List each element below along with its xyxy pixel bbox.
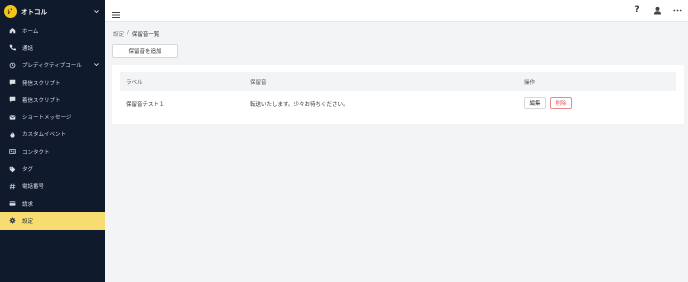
cell-hold-sound: 転送いたします。少々お待ちください。 [250, 102, 349, 108]
column-header-label: ラベル [126, 80, 143, 86]
sidebar-item-label: 請求 [22, 201, 34, 208]
sidebar-nav: ホーム 通話 プレディクティブコール 発信スクリプト 着信スクリプト ショートメ… [0, 22, 105, 230]
sidebar-item-inbound-script[interactable]: 着信スクリプト [0, 91, 105, 108]
flame-icon [8, 130, 16, 138]
gear-icon [8, 217, 16, 225]
credit-card-icon [8, 200, 16, 208]
sidebar-item-contacts[interactable]: コンタクト [0, 143, 105, 160]
phone-icon [8, 44, 16, 52]
breadcrumb: 設定 / 保留音一覧 [113, 30, 159, 38]
help-icon[interactable]: ? [632, 5, 642, 15]
sidebar: ﾚﾞ オトコル ホーム 通話 プレディクティブコール 発信スクリプト 着信スクリ… [0, 0, 105, 282]
sidebar-item-settings[interactable]: 設定 [0, 212, 105, 230]
brand-name: オトコル [21, 8, 47, 16]
more-icon[interactable] [672, 5, 682, 15]
breadcrumb-current: 保留音一覧 [131, 32, 160, 38]
contact-card-icon [8, 148, 16, 156]
cell-label: 保留音テスト１ [126, 102, 165, 108]
edit-button[interactable]: 編集 [524, 97, 546, 109]
brand-logo: ﾚﾞ [4, 4, 17, 18]
sidebar-item-tags[interactable]: タグ [0, 160, 105, 177]
sidebar-item-calls[interactable]: 通話 [0, 39, 105, 56]
inbound-script-icon [8, 96, 16, 104]
chevron-down-icon [91, 6, 101, 16]
breadcrumb-parent-link[interactable]: 設定 [113, 30, 124, 38]
sidebar-item-label: 着信スクリプト [22, 97, 61, 104]
add-hold-sound-button[interactable]: 保留音を追加 [112, 44, 178, 58]
table-row: 保留音テスト１ 転送いたします。少々お待ちください。 編集 削除 [120, 93, 676, 113]
brand-switcher[interactable]: ﾚﾞ オトコル [0, 0, 105, 22]
sidebar-item-home[interactable]: ホーム [0, 22, 105, 39]
sidebar-item-label: ホーム [22, 28, 39, 35]
chevron-down-icon [92, 61, 100, 69]
sidebar-item-custom-event[interactable]: カスタムイベント [0, 126, 105, 143]
sidebar-item-predictive-call[interactable]: プレディクティブコール [0, 57, 105, 74]
sidebar-item-label: 設定 [22, 218, 34, 225]
hash-icon [8, 182, 16, 190]
sidebar-item-label: 電話番号 [22, 184, 45, 191]
home-icon [8, 27, 16, 35]
user-icon[interactable] [652, 5, 662, 15]
hold-sound-table-card: ラベル 保留音 操作 保留音テスト１ 転送いたします。少々お待ちください。 編集… [112, 65, 684, 124]
delete-button[interactable]: 削除 [550, 97, 572, 109]
sidebar-item-label: コンタクト [22, 149, 50, 156]
sidebar-item-label: ショートメッセージ [22, 115, 72, 122]
sidebar-item-outbound-script[interactable]: 発信スクリプト [0, 74, 105, 91]
table-header: ラベル 保留音 操作 [120, 72, 676, 91]
column-header-operations: 操作 [524, 80, 536, 86]
sidebar-item-label: プレディクティブコール [22, 63, 82, 70]
sidebar-item-label: カスタムイベント [22, 132, 67, 139]
hamburger-menu-icon[interactable] [111, 5, 121, 18]
breadcrumb-separator: / [127, 30, 129, 36]
sidebar-item-label: 発信スクリプト [22, 80, 61, 87]
sidebar-item-label: 通話 [22, 45, 34, 52]
tag-icon [8, 165, 16, 173]
sidebar-item-phone-numbers[interactable]: 電話番号 [0, 178, 105, 195]
predictive-call-icon [8, 61, 16, 69]
sidebar-item-label: タグ [22, 167, 34, 174]
column-header-hold-sound: 保留音 [250, 80, 267, 86]
sms-icon [8, 113, 16, 121]
sidebar-item-sms[interactable]: ショートメッセージ [0, 108, 105, 125]
top-bar: ? [105, 0, 688, 22]
sidebar-item-billing[interactable]: 請求 [0, 195, 105, 212]
outbound-script-icon [8, 79, 16, 87]
